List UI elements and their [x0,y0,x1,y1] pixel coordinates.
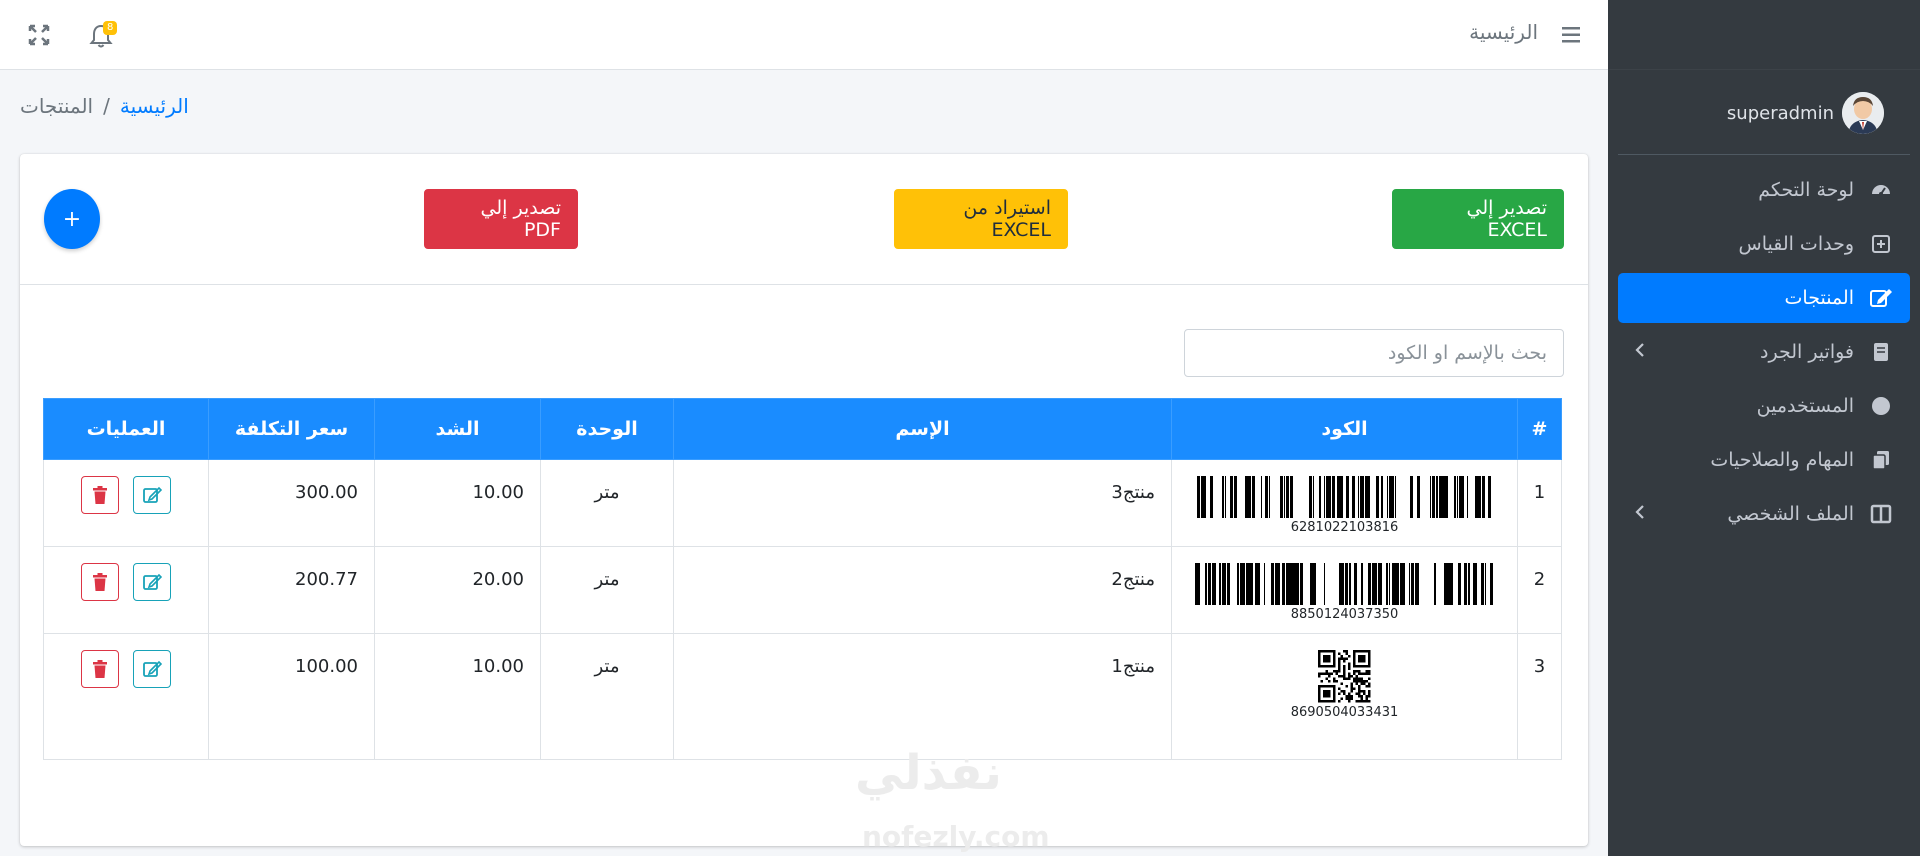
cell-operations [43,546,209,634]
cell-cost: 100.00 [208,633,375,760]
cell-operations [43,459,209,547]
delete-button[interactable] [81,650,120,688]
watermark-logo: نفذلي [855,745,1002,801]
header-index[interactable]: # [1517,398,1562,460]
breadcrumb-current: المنتجات [20,94,94,118]
table-row: 2 8850124037350 منتج2 متر 20.00 200.77 [43,546,1562,634]
notifications-badge: 8 [103,21,118,35]
circle-icon [1868,393,1894,419]
cell-unit: متر [540,459,674,547]
cell-qty: 20.00 [374,546,541,634]
edit-button[interactable] [132,563,171,601]
cell-name: منتج1 [673,633,1172,760]
chevron-left-icon[interactable] [1634,342,1654,363]
fullscreen-expand-icon[interactable] [26,22,52,48]
trash-icon [93,486,108,504]
sidebar-item-label: المستخدمين [1756,395,1854,417]
search-input[interactable] [1184,329,1564,377]
cell-operations [43,633,209,760]
code-number: 6281022103816 [1290,520,1399,535]
sidebar-item-2[interactable]: المنتجات [1618,273,1910,323]
sidebar-item-label: المهام والصلاحيات [1710,449,1854,471]
code-number: 8690504033431 [1290,704,1399,720]
cell-name: منتج2 [673,546,1172,634]
sidebar-item-0[interactable]: لوحة التحكم [1618,165,1910,215]
table-row: 1 6281022103816 منتج3 متر 10.00 300.00 [43,459,1562,547]
plus-square-icon [1868,231,1894,257]
watermark-url: nofezly.com [862,820,1050,853]
gauge-icon [1868,177,1894,203]
cell-index: 2 [1517,546,1562,634]
chevron-left-icon[interactable] [1634,504,1654,525]
sidebar-item-5[interactable]: المهام والصلاحيات [1618,435,1910,485]
sidebar-item-label: فواتير الجرد [1760,341,1854,363]
import-excel-button[interactable]: استيراد من EXCEL [894,189,1068,249]
cell-cost: 300.00 [208,459,375,547]
trash-icon [93,660,108,678]
products-table-wrapper: # الكود الإسم الوحدة الشد سعر التكلفة ال… [43,398,1562,760]
sidebar: superadmin لوحة التحكم وحدات القياس المنتج… [1608,0,1920,856]
cell-index: 1 [1517,459,1562,547]
hamburger-menu-icon[interactable] [1560,20,1584,50]
sidebar-item-4[interactable]: المستخدمين [1618,381,1910,431]
edit-icon [142,486,162,503]
topbar-home-link[interactable]: الرئيسية [1469,20,1538,44]
code-number: 8850124037350 [1290,607,1399,622]
header-name[interactable]: الإسم [673,398,1172,460]
cell-code: 6281022103816 [1171,459,1518,547]
table-header-row: # الكود الإسم الوحدة الشد سعر التكلفة ال… [43,398,1562,460]
top-navbar: الرئيسية 8 [0,0,1608,70]
breadcrumb-home-link[interactable]: الرئيسية [120,94,189,118]
avatar [1842,92,1884,134]
user-name[interactable]: superadmin [1727,103,1834,124]
breadcrumb: المنتجات / الرئيسية [20,94,189,118]
edit-button[interactable] [132,476,171,514]
cell-unit: متر [540,633,674,760]
delete-button[interactable] [81,563,120,601]
columns-icon [1868,501,1894,527]
header-operations: العمليات [43,398,209,460]
cell-qty: 10.00 [374,633,541,760]
products-table: # الكود الإسم الوحدة الشد سعر التكلفة ال… [43,398,1562,760]
sidebar-nav: لوحة التحكم وحدات القياس المنتجات فواتير ال… [1608,155,1920,553]
sidebar-item-6[interactable]: الملف الشخصي [1618,489,1910,539]
sidebar-item-3[interactable]: فواتير الجرد [1618,327,1910,377]
trash-icon [93,573,108,591]
add-product-button[interactable]: + [44,189,100,249]
edit-button[interactable] [132,650,171,688]
cell-code: 8690504033431 [1171,633,1518,760]
sidebar-item-label: الملف الشخصي [1727,503,1854,525]
breadcrumb-separator: / [103,94,110,118]
book-icon [1868,339,1894,365]
sidebar-item-label: المنتجات [1784,287,1854,309]
barcode-image [1172,563,1517,605]
sidebar-item-label: لوحة التحكم [1758,179,1854,201]
sidebar-item-label: وحدات القياس [1738,233,1855,255]
qr-code-image [1172,650,1517,703]
edit-icon [142,573,162,590]
sidebar-item-1[interactable]: وحدات القياس [1618,219,1910,269]
edit-icon [142,660,162,677]
copy-icon [1868,447,1894,473]
delete-button[interactable] [81,476,120,514]
header-cost[interactable]: سعر التكلفة [208,398,375,460]
barcode-image [1172,476,1517,518]
cell-qty: 10.00 [374,459,541,547]
sidebar-brand [1608,0,1920,70]
header-qty[interactable]: الشد [374,398,541,460]
cell-name: منتج3 [673,459,1172,547]
cell-cost: 200.77 [208,546,375,634]
edit-icon [1868,285,1894,311]
cell-index: 3 [1517,633,1562,760]
export-pdf-button[interactable]: تصدير إلي PDF [424,189,578,249]
cell-code: 8850124037350 [1171,546,1518,634]
header-unit[interactable]: الوحدة [540,398,674,460]
header-code[interactable]: الكود [1171,398,1518,460]
cell-unit: متر [540,546,674,634]
user-panel[interactable]: superadmin [1618,70,1910,155]
export-excel-button[interactable]: تصدير إلي EXCEL [1392,189,1564,249]
table-row: 3 8690504033431 منتج1 متر 10.00 100.00 [43,633,1562,760]
products-card: تصدير إلي EXCEL استيراد من EXCEL تصدير إ… [20,154,1588,846]
card-header: تصدير إلي EXCEL استيراد من EXCEL تصدير إ… [20,154,1588,285]
